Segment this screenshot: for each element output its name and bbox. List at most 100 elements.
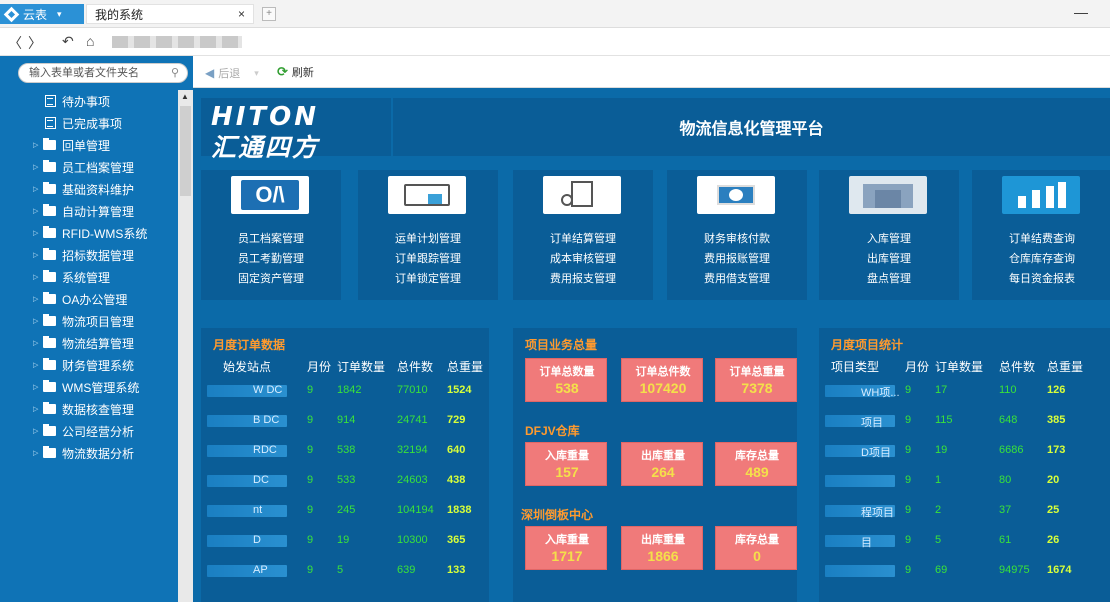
sidebar-item-label: 数据核查管理 (62, 402, 135, 417)
scroll-up-arrow-icon[interactable]: ▲ (181, 92, 189, 101)
module-link[interactable]: 出库管理 (819, 250, 959, 266)
module-link[interactable]: 成本审核管理 (513, 250, 653, 266)
kpi-card: 入库重量 1717 (525, 526, 607, 570)
table-cell: 20 (1047, 474, 1060, 486)
table-cell: 104194 (397, 504, 434, 516)
scrollbar-thumb[interactable] (180, 106, 191, 196)
expand-arrow-icon[interactable]: ▷ (33, 405, 43, 413)
module-link[interactable]: 盘点管理 (819, 270, 959, 286)
sidebar-item[interactable]: ▷ WMS管理系统 (0, 376, 178, 398)
module-link[interactable]: 订单锁定管理 (358, 270, 498, 286)
expand-arrow-icon[interactable]: ▷ (33, 295, 43, 303)
company-logo: HITON 汇通四方 (201, 98, 391, 162)
expand-arrow-icon[interactable]: ▷ (33, 229, 43, 237)
table-cell: 538 (337, 444, 356, 456)
refresh-button[interactable]: ⟳ 刷新 (277, 64, 314, 80)
address-bar[interactable] (112, 36, 242, 48)
module-link[interactable]: 费用报支管理 (513, 270, 653, 286)
module-link[interactable]: 费用报账管理 (667, 250, 807, 266)
sidebar-item[interactable]: ▷ 招标数据管理 (0, 244, 178, 266)
module-link[interactable]: 订单结算管理 (513, 230, 653, 246)
table-cell: 648 (999, 414, 1018, 426)
expand-arrow-icon[interactable]: ▷ (33, 449, 43, 457)
expand-arrow-icon[interactable]: ▷ (33, 207, 43, 215)
search-placeholder: 输入表单或者文件夹名 (29, 67, 139, 79)
kpi-label: 订单总数量 (539, 366, 595, 378)
module-link[interactable]: 每日资金报表 (972, 270, 1110, 286)
redacted-name (207, 505, 287, 517)
sidebar-item[interactable]: ▷ 员工档案管理 (0, 156, 178, 178)
new-tab-button[interactable]: + (262, 7, 276, 21)
waybill-icon[interactable] (388, 176, 466, 214)
warehouse-icon[interactable] (849, 176, 927, 214)
sidebar-item[interactable]: ▷ 物流项目管理 (0, 310, 178, 332)
undo-icon[interactable]: ↶ (62, 33, 74, 50)
sidebar-item[interactable]: ▷ 财务管理系统 (0, 354, 178, 376)
expand-arrow-icon[interactable]: ▷ (33, 427, 43, 435)
sidebar-item[interactable]: ▷ 物流数据分析 (0, 442, 178, 464)
monthly-projects-panel: 月度项目统计 项目类型 月份 订单数量 总件数 总重量 WH项... 9 17 110 126 项目… (819, 328, 1110, 602)
kpi-card: 订单总重量 7378 (715, 358, 797, 402)
folder-icon (43, 380, 56, 392)
module-link[interactable]: 订单跟踪管理 (358, 250, 498, 266)
expand-arrow-icon[interactable]: ▷ (33, 185, 43, 193)
expand-arrow-icon[interactable]: ▷ (33, 141, 43, 149)
table-cell: 9 (307, 504, 314, 516)
oa-icon[interactable]: O/\ (231, 176, 309, 214)
sidebar-item[interactable]: ▷ 数据核查管理 (0, 398, 178, 420)
sidebar-item[interactable]: ▷ RFID-WMS系统 (0, 222, 178, 244)
sidebar-item[interactable]: ▷ 回单管理 (0, 134, 178, 156)
kpi-value: 489 (745, 464, 769, 480)
payment-icon[interactable] (697, 176, 775, 214)
expand-arrow-icon[interactable]: ▷ (33, 383, 43, 391)
back-nav-button[interactable]: 〈 (8, 33, 22, 53)
sidebar-item[interactable]: ▷ 物流结算管理 (0, 332, 178, 354)
module-link[interactable]: 员工档案管理 (201, 230, 341, 246)
expand-arrow-icon[interactable]: ▷ (33, 273, 43, 281)
search-icon[interactable]: ⚲ (171, 64, 179, 82)
home-icon[interactable]: ⌂ (86, 33, 94, 49)
expand-arrow-icon[interactable]: ▷ (33, 251, 43, 259)
page-title: 物流信息化管理平台 (393, 98, 1110, 156)
sidebar-item[interactable]: ▷ OA办公管理 (0, 288, 178, 310)
sidebar-item[interactable]: ▷ 基础资料维护 (0, 178, 178, 200)
folder-icon (43, 292, 56, 304)
sidebar-item[interactable]: 待办事项 (0, 90, 178, 112)
app-menu-button[interactable]: 云表 ▾ (0, 4, 84, 24)
module-link[interactable]: 订单结费查询 (972, 230, 1110, 246)
back-button[interactable]: ◀ 后退 ▾ (205, 65, 259, 81)
module-link[interactable]: 费用借支管理 (667, 270, 807, 286)
sidebar-item-label: 物流项目管理 (62, 314, 135, 329)
sidebar-item[interactable]: ▷ 系统管理 (0, 266, 178, 288)
sidebar-item[interactable]: ▷ 自动计算管理 (0, 200, 178, 222)
forward-nav-button[interactable]: 〉 (28, 33, 42, 53)
expand-arrow-icon[interactable]: ▷ (33, 361, 43, 369)
module-link[interactable]: 固定资产管理 (201, 270, 341, 286)
search-input[interactable]: 输入表单或者文件夹名 ⚲ (18, 63, 188, 83)
minimize-button[interactable]: — (1074, 4, 1088, 20)
module-link[interactable]: 运单计划管理 (358, 230, 498, 246)
expand-arrow-icon[interactable]: ▷ (33, 339, 43, 347)
module-card: 订单结费查询 仓库库存查询 每日资金报表 (972, 170, 1110, 300)
sidebar-item-label: 基础资料维护 (62, 182, 135, 197)
sidebar-scrollbar[interactable]: ▲ (178, 90, 193, 602)
module-link[interactable]: 入库管理 (819, 230, 959, 246)
settlement-icon[interactable] (543, 176, 621, 214)
module-link[interactable]: 员工考勤管理 (201, 250, 341, 266)
project-summary-title: 项目业务总量 (525, 338, 598, 352)
tab-my-system[interactable]: 我的系统 × (86, 4, 254, 24)
redacted-name (825, 565, 895, 577)
kpi-value: 1866 (647, 548, 679, 564)
module-link[interactable]: 仓库库存查询 (972, 250, 1110, 266)
expand-arrow-icon[interactable]: ▷ (33, 317, 43, 325)
module-link[interactable]: 财务审核付款 (667, 230, 807, 246)
sidebar-item[interactable]: 已完成事项 (0, 112, 178, 134)
expand-arrow-icon[interactable]: ▷ (33, 163, 43, 171)
sidebar-item[interactable]: ▷ 公司经营分析 (0, 420, 178, 442)
chart-icon[interactable] (1002, 176, 1080, 214)
table-cell: 目 (861, 537, 872, 549)
column-header: 总重量 (447, 360, 484, 374)
table-cell: AP (253, 564, 268, 576)
browser-tab-bar: 云表 ▾ 我的系统 × + — (0, 0, 1110, 28)
tab-close-button[interactable]: × (238, 7, 245, 21)
